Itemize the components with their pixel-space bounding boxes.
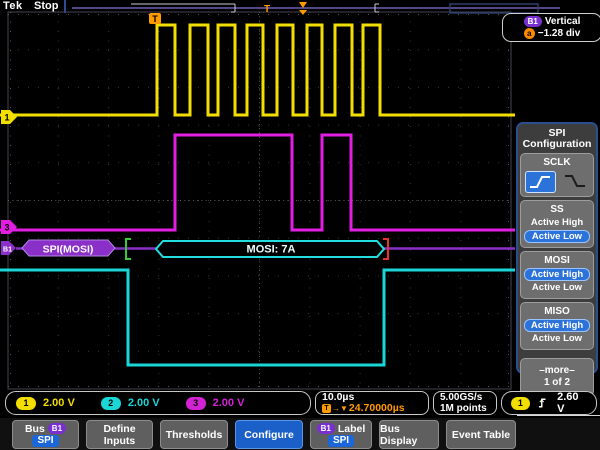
bus-decode-value: MOSI: 7A <box>247 244 296 256</box>
sclk-falling-edge-button[interactable] <box>561 171 590 191</box>
bottom-menu: Bus B1 SPI Define Inputs Thresholds Conf… <box>0 418 600 450</box>
ss-trace <box>0 270 515 365</box>
b1-badge: B1 <box>48 423 66 434</box>
menu-bus-button[interactable]: Bus B1 SPI <box>12 420 79 449</box>
spi-configuration-panel: SPI Configuration SCLK SS Active Hig <box>516 122 598 374</box>
ch3-readout[interactable]: 3 2.00 V <box>186 397 245 410</box>
miso-active-high-option[interactable]: Active High <box>524 319 590 332</box>
ch1-scale: 2.00 V <box>43 397 75 409</box>
record-view-bar: T <box>72 2 560 15</box>
trigger-delay-readout: T→▼24.70000µs <box>322 403 405 414</box>
panel-title: SPI Configuration <box>519 125 595 152</box>
ss-active-high-option[interactable]: Active High <box>525 217 589 229</box>
mosi-label: MOSI <box>521 254 593 267</box>
mosi-section: MOSI Active High Active Low <box>520 251 594 299</box>
ss-label: SS <box>521 203 593 216</box>
menu-label-button[interactable]: B1 Label SPI <box>310 420 372 449</box>
delay-arrows-icon: →▼ <box>332 403 348 414</box>
miso-label: MISO <box>521 305 593 318</box>
ch3-scale: 2.00 V <box>213 397 245 409</box>
sclk-section: SCLK <box>520 153 594 197</box>
label-pill: SPI <box>328 435 354 447</box>
b1-badge: B1 <box>524 16 542 27</box>
menu-define-inputs-button[interactable]: Define Inputs <box>86 420 153 449</box>
ch1-readout[interactable]: 1 2.00 V <box>16 397 75 410</box>
ss-section: SS Active High Active Low <box>520 200 594 248</box>
trigger-source-badge: 1 <box>511 397 530 410</box>
expansion-point-icon <box>299 2 307 8</box>
record-length: 1M points <box>440 403 487 414</box>
ch2-readout[interactable]: 2 2.00 V <box>101 397 160 410</box>
trigger-delay-value: 24.70000µs <box>349 403 405 414</box>
svg-text:T: T <box>152 14 158 24</box>
signal-traces <box>0 25 515 365</box>
ch3-badge: 3 <box>186 397 206 410</box>
sclk-rising-edge-button[interactable] <box>525 171 556 193</box>
timebase-readout[interactable]: 10.0µs T→▼24.70000µs <box>315 391 429 415</box>
menu-thresholds-button[interactable]: Thresholds <box>160 420 228 449</box>
acquisition-readout[interactable]: 5.00GS/s 1M points <box>433 391 497 415</box>
miso-active-low-option[interactable]: Active Low <box>525 333 589 345</box>
channel-readouts[interactable]: 1 2.00 V 2 2.00 V 3 2.00 V <box>5 391 311 415</box>
svg-text:3: 3 <box>4 223 9 233</box>
bus-type-pill: SPI <box>32 435 58 447</box>
vertical-position-value: −1.28 div <box>538 28 581 39</box>
svg-text:1: 1 <box>4 113 9 123</box>
trigger-slope-icon <box>538 396 549 410</box>
mosi-trace <box>0 135 515 230</box>
menu-bus-display-button[interactable]: Bus Display <box>379 420 439 449</box>
status-bar: 1 2.00 V 2 2.00 V 3 2.00 V 10.0µs T→▼24.… <box>0 390 600 417</box>
bus-label: SPI(MOSI) <box>43 244 94 256</box>
miso-section: MISO Active High Active Low <box>520 302 594 350</box>
graticule <box>8 12 511 389</box>
mosi-active-low-option[interactable]: Active Low <box>525 282 589 294</box>
ch2-scale: 2.00 V <box>128 397 160 409</box>
falling-edge-icon <box>563 173 587 189</box>
sample-rate: 5.00GS/s <box>440 392 482 403</box>
b1-vertical-readout: B1 Vertical a −1.28 div <box>502 13 600 42</box>
waveform-display: T T 1 3 B1 SPI(MOSI) MO <box>0 0 600 392</box>
sclk-trace <box>0 25 515 115</box>
rising-edge-icon <box>528 174 552 190</box>
sclk-label: SCLK <box>521 156 593 169</box>
trigger-flag-icon: T <box>322 404 331 413</box>
trigger-level-value: 2.60 V <box>557 391 587 415</box>
record-trigger-marker: T <box>264 4 270 15</box>
menu-event-table-button[interactable]: Event Table <box>446 420 516 449</box>
ss-active-low-option[interactable]: Active Low <box>524 230 590 243</box>
oscilloscope-screen: Tek Stop T T 1 3 B1 <box>0 0 600 450</box>
mosi-active-high-option[interactable]: Active High <box>524 268 590 281</box>
menu-configure-button[interactable]: Configure <box>235 420 303 449</box>
b1-badge: B1 <box>317 423 335 434</box>
vertical-label: Vertical <box>545 16 581 27</box>
trigger-readout[interactable]: 1 2.60 V <box>501 391 597 415</box>
ch2-badge: 2 <box>101 397 121 410</box>
ch1-badge: 1 <box>16 397 36 410</box>
multipurpose-knob-a-icon: a <box>524 28 535 39</box>
svg-text:B1: B1 <box>3 247 12 254</box>
